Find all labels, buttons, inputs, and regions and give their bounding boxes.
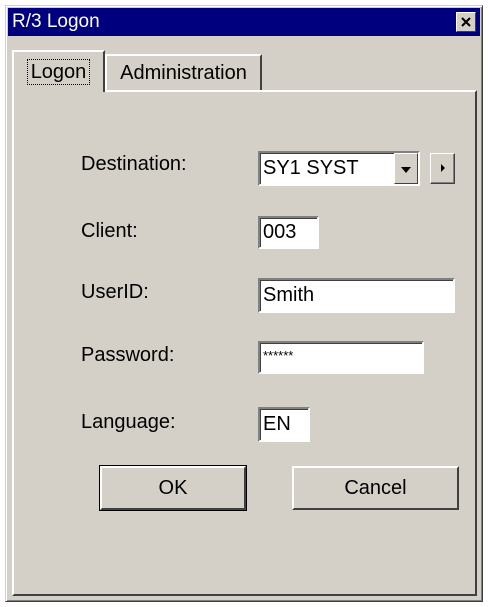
language-field[interactable]: EN <box>258 407 310 442</box>
client-field[interactable]: 003 <box>258 216 319 249</box>
close-button[interactable] <box>456 12 476 32</box>
userid-field[interactable]: Smith <box>258 278 455 313</box>
tab-administration[interactable]: Administration <box>105 54 262 90</box>
password-label: Password: <box>81 344 175 366</box>
window-title: R/3 Logon <box>12 11 100 32</box>
logon-window: R/3 Logon Logon Administration Destinati… <box>5 5 483 602</box>
password-field[interactable]: ****** <box>258 341 424 374</box>
destination-dropdown-button[interactable] <box>394 153 418 184</box>
language-label: Language: <box>81 411 176 433</box>
ok-button[interactable]: OK <box>99 465 247 511</box>
chevron-down-icon <box>400 157 412 180</box>
close-icon <box>461 17 471 27</box>
tab-logon[interactable]: Logon <box>12 50 105 92</box>
logon-panel: Destination: SY1 SYST Client: 003 UserID… <box>12 90 477 596</box>
userid-label: UserID: <box>81 281 149 303</box>
title-bar[interactable]: R/3 Logon <box>8 8 480 36</box>
destination-value: SY1 SYST <box>263 157 359 179</box>
client-label: Client: <box>81 220 138 242</box>
destination-combo[interactable]: SY1 SYST <box>258 151 420 186</box>
tab-administration-label: Administration <box>120 61 247 84</box>
chevron-right-icon <box>440 160 446 178</box>
tab-logon-label: Logon <box>26 59 91 85</box>
cancel-button[interactable]: Cancel <box>292 466 459 510</box>
destination-more-button[interactable] <box>430 153 455 184</box>
destination-label: Destination: <box>81 153 187 175</box>
